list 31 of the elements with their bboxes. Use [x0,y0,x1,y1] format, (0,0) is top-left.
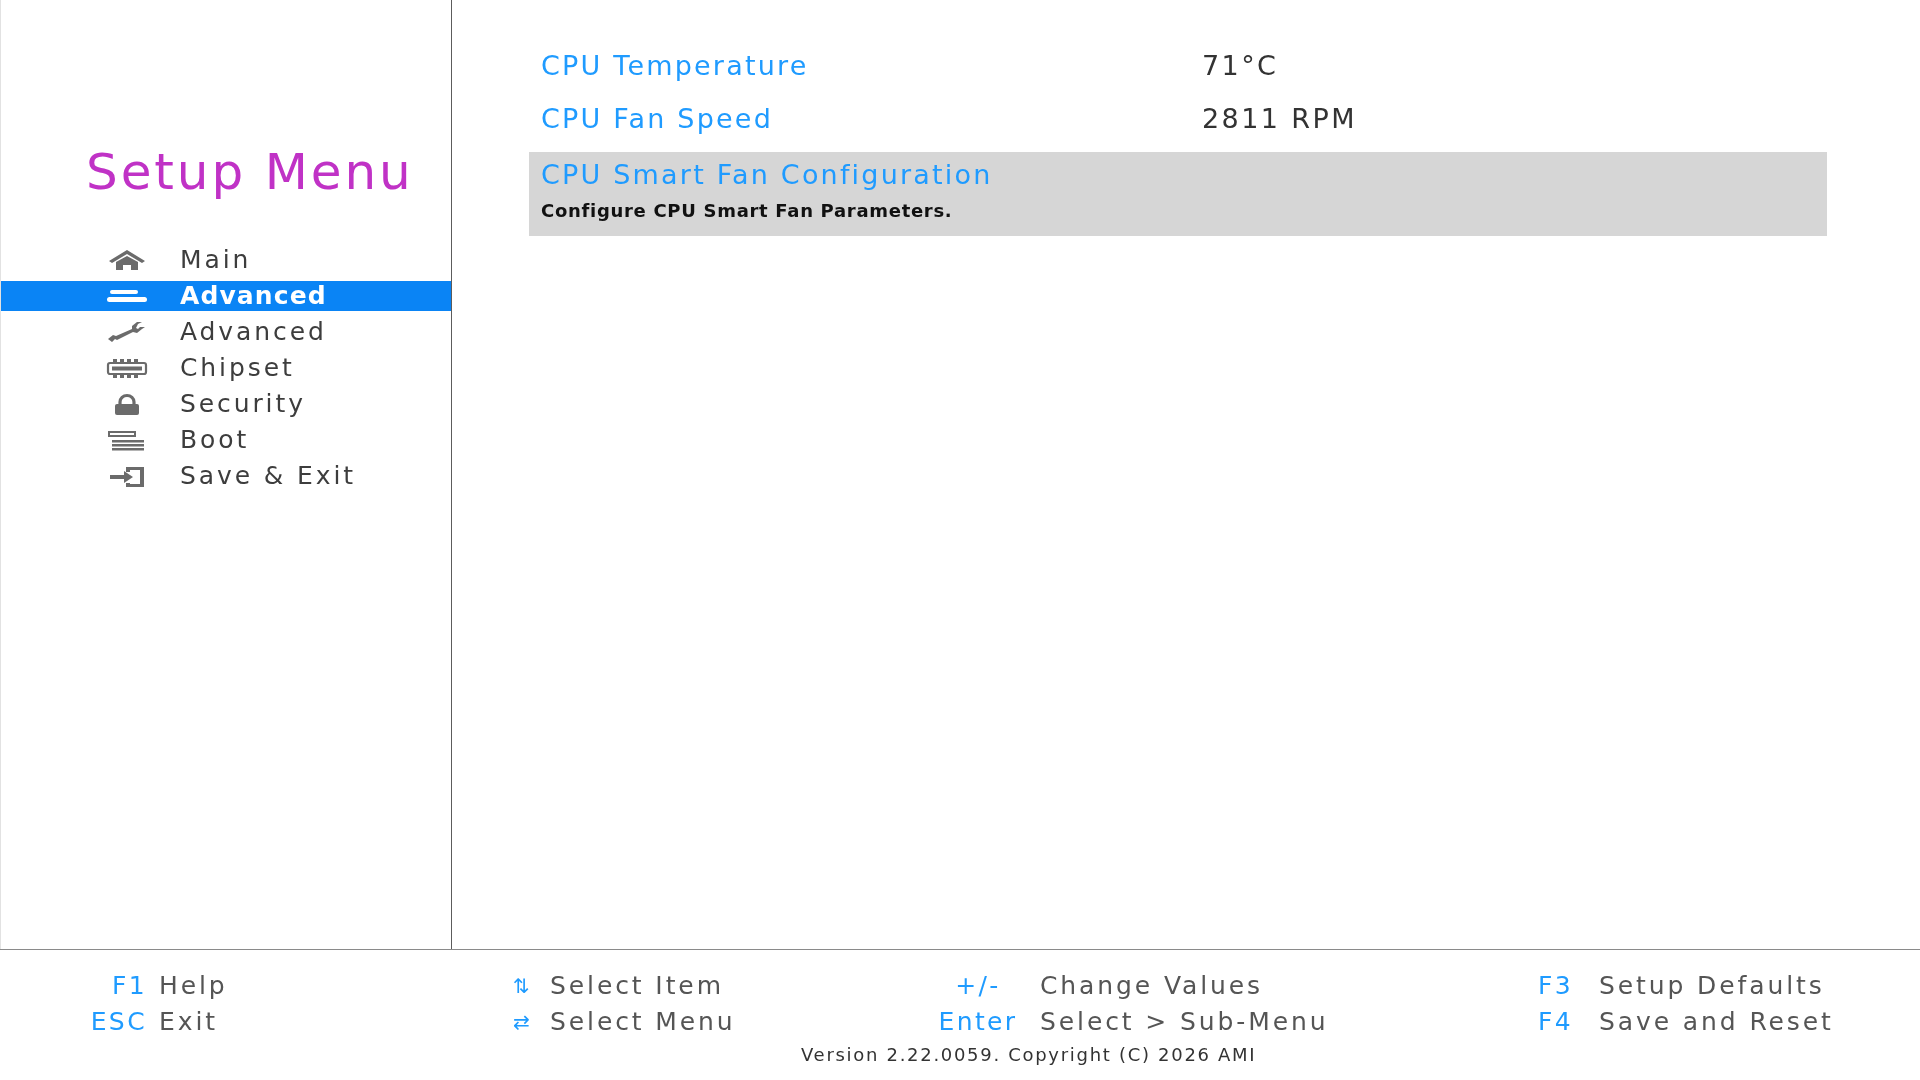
shortcut-description: Select Menu [550,1006,736,1038]
setting-value: 2811 RPM [1202,101,1357,136]
shortcut-description: Exit [159,1006,218,1038]
version-text: Version 2.22.0059. Copyright (C) 2026 AMI [801,1044,1257,1066]
shortcut-key: F1 [111,967,147,1005]
shortcut-description: Help [159,970,228,1002]
sidebar-item[interactable]: Security [1,389,451,419]
chip-icon [106,356,148,380]
shortcut-key: +/- [955,967,1001,1005]
sidebar-item[interactable]: Advanced [1,281,451,311]
sidebar-item[interactable]: Chipset [1,353,451,383]
shortcut-description: Change Values [1040,970,1264,1002]
help-text: Configure CPU Smart Fan Parameters. [541,199,953,223]
shortcut-description: Select Item [550,970,724,1002]
shortcut-description: Save and Reset [1599,1006,1834,1038]
sidebar-item[interactable]: Main [1,245,451,275]
setting-value: 71°C [1202,48,1279,83]
shortcut-key: F3 [1538,967,1574,1005]
sidebar-item[interactable]: Save & Exit [1,461,451,491]
shortcut-key: ⇄ [513,1006,530,1037]
setting-label: CPU Temperature [541,48,810,83]
setting-label: CPU Fan Speed [541,101,774,136]
sidebar-item[interactable]: Advanced [1,317,451,347]
shortcut-key: F4 [1538,1003,1574,1041]
shortcut-description: Select > Sub-Menu [1040,1006,1329,1038]
sidebar-item[interactable]: Boot [1,425,451,455]
menu-title: Setup Menu [86,144,414,200]
shortcut-key: ESC [90,1003,147,1041]
shortcut-key: ⇅ [513,970,530,1001]
shortcut-description: Setup Defaults [1599,970,1825,1002]
shortcut-key: Enter [938,1003,1018,1041]
